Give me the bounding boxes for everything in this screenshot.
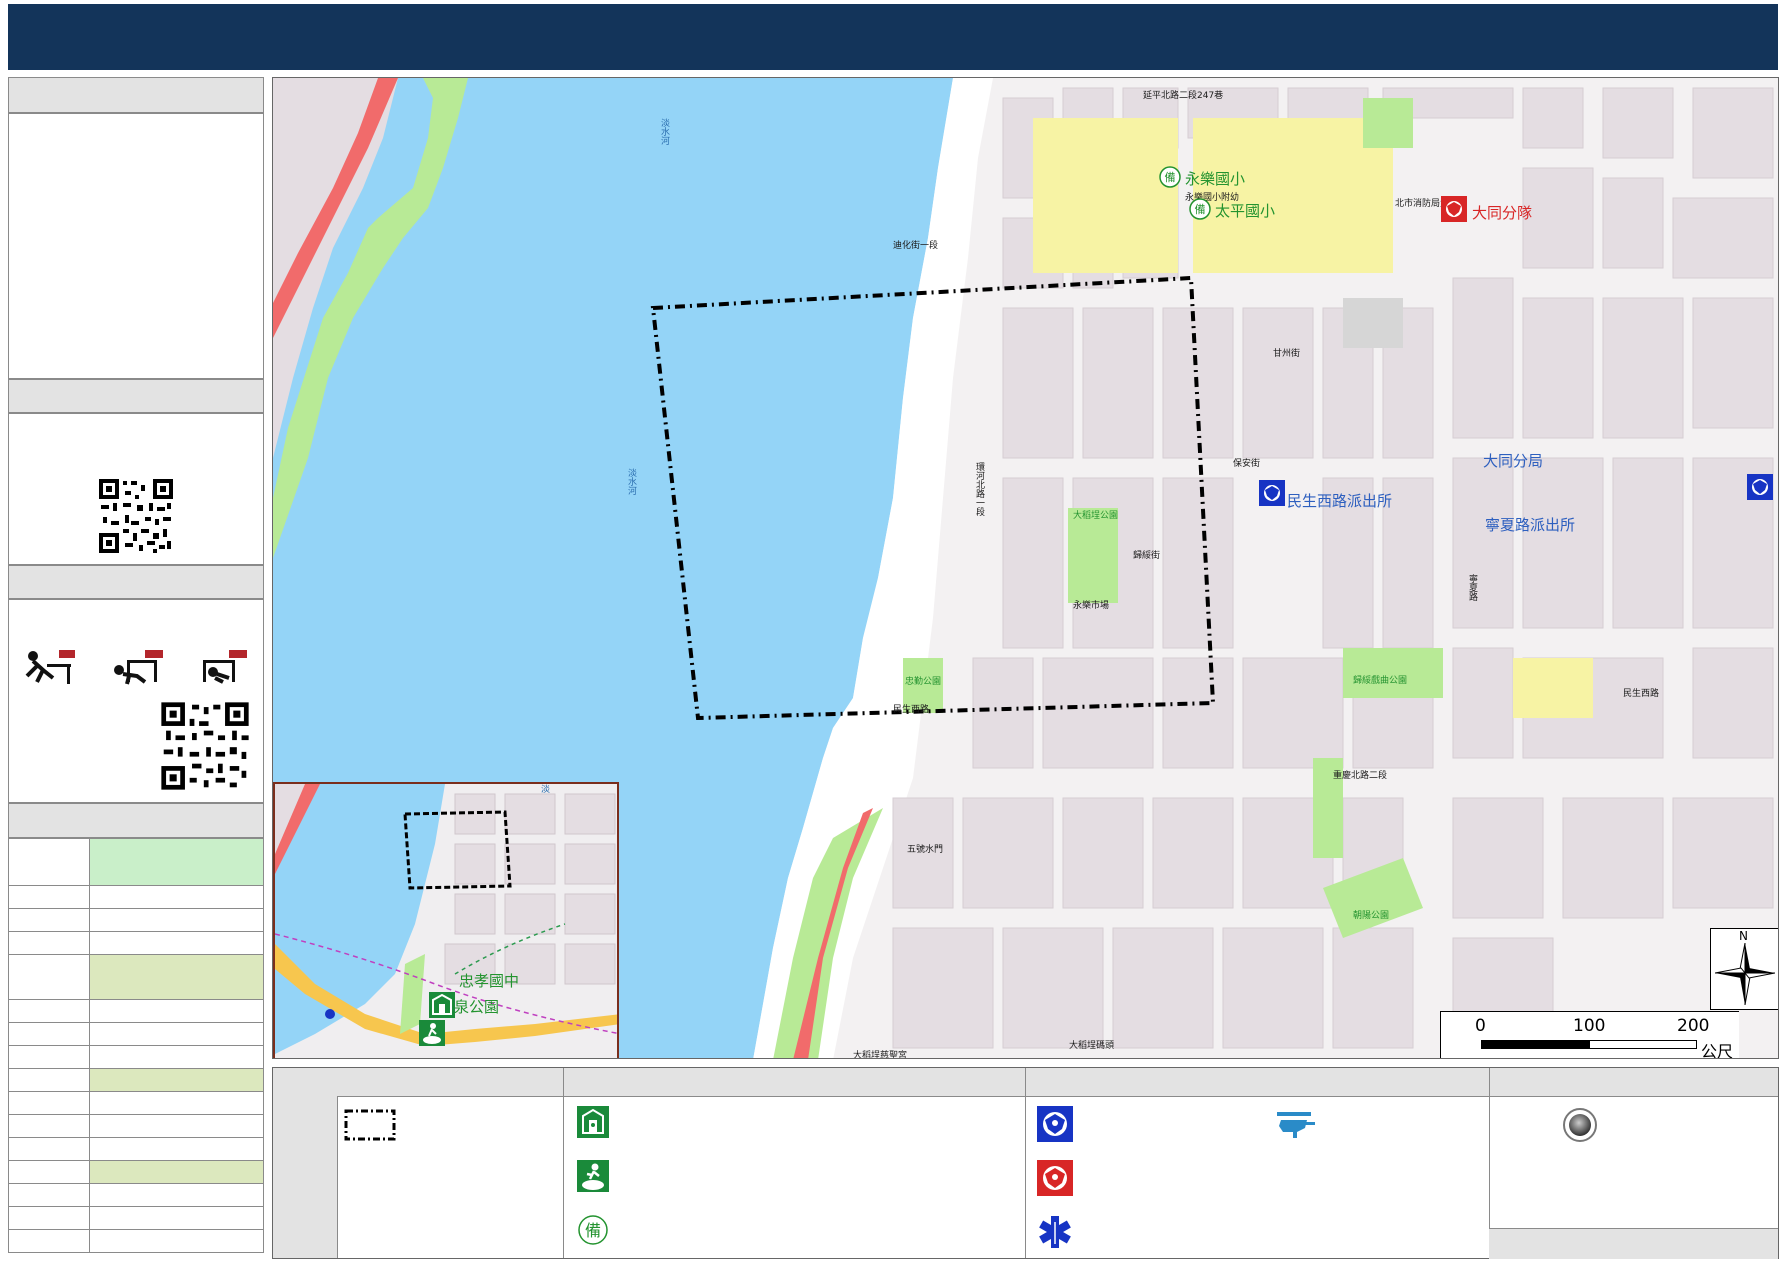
label-street-ganzhou: 甘州街 xyxy=(1273,349,1301,359)
scale-tick-100: 100 xyxy=(1573,1016,1606,1036)
title-bar xyxy=(8,4,1778,70)
legend-police-blue-icon xyxy=(1037,1106,1073,1142)
police-red-icon[interactable] xyxy=(1441,196,1467,222)
qr-panel-body xyxy=(8,413,264,565)
park-datong xyxy=(1068,508,1118,603)
legend-side-header xyxy=(273,1068,338,1258)
legend-boundary-icon xyxy=(344,1109,396,1141)
inset-river-label: 淡 xyxy=(541,785,551,795)
qr-panel-header xyxy=(8,379,264,413)
info-panel-header xyxy=(8,77,264,113)
label-street-baoan: 保安街 xyxy=(1233,459,1261,469)
label-street-dihua: 迪化街一段 xyxy=(893,241,939,251)
north-arrow-box: N xyxy=(1710,928,1778,1010)
legend-panel: 備 xyxy=(272,1067,1779,1259)
legend-helicopter-icon xyxy=(1277,1112,1315,1138)
safety-panel-body xyxy=(8,599,264,803)
reserve-icon-1[interactable]: 備 xyxy=(1159,166,1181,188)
label-park-4: 歸綏戲曲公園 xyxy=(1353,676,1408,686)
safety-qr-code-icon[interactable] xyxy=(159,700,251,792)
drop-icon xyxy=(25,650,75,684)
label-police-bureau: 大同分局 xyxy=(1483,452,1544,470)
qr-code-icon[interactable] xyxy=(97,477,175,555)
label-temple: 大稻埕慈聖宮 xyxy=(853,1051,908,1059)
label-market: 永樂市場 xyxy=(1073,601,1110,611)
svg-text:備: 備 xyxy=(585,1221,601,1240)
police-blue-icon-1[interactable] xyxy=(1259,480,1285,506)
inset-refuge-icon[interactable] xyxy=(419,1020,445,1046)
label-park-2: 忠勤公園 xyxy=(905,677,942,687)
legend-refuge-icon xyxy=(577,1160,609,1192)
hold-on-icon xyxy=(203,650,247,684)
river-label-main: 淡水河 xyxy=(626,468,636,495)
label-street-minsheng: 民生西路 xyxy=(893,705,930,715)
label-school-1: 永樂國小 xyxy=(1185,170,1246,188)
legend-police-red-icon xyxy=(1037,1160,1073,1196)
label-police-station-1: 民生西路派出所 xyxy=(1287,492,1393,510)
river-label-top: 淡水河 xyxy=(659,118,669,145)
legend-reserve-icon: 備 xyxy=(578,1215,608,1245)
inset-label-school: 忠孝國中 xyxy=(459,972,520,990)
inset-shelter-icon[interactable] xyxy=(429,992,455,1018)
scale-tick-0: 0 xyxy=(1475,1016,1486,1036)
safety-panel-header xyxy=(8,565,264,599)
legend-shelter-icon xyxy=(577,1106,609,1138)
label-street-guide: 環河北路一段 xyxy=(974,462,984,516)
info-panel-body xyxy=(8,113,264,379)
label-school-2: 太平國小 xyxy=(1215,202,1276,220)
legend-medical-icon xyxy=(1039,1216,1071,1248)
scale-bar: 0 100 200 公尺 xyxy=(1440,1011,1739,1059)
label-pier: 大稻埕碼頭 xyxy=(1069,1041,1115,1051)
north-label: N xyxy=(1739,929,1748,943)
table-panel-header xyxy=(8,803,264,838)
inset-map[interactable]: 淡 忠孝國中 玉泉公園 xyxy=(273,782,619,1058)
shelter-table xyxy=(8,838,264,1253)
police-blue-icon-2[interactable] xyxy=(1747,474,1773,500)
label-police-squad: 大同分隊 xyxy=(1472,204,1533,222)
legend-point-icon xyxy=(1563,1108,1597,1142)
compass-icon xyxy=(1715,943,1775,1005)
label-street-yanping: 延平北路二段247巷 xyxy=(1143,91,1224,101)
label-street-ningxia: 寧夏路 xyxy=(1467,574,1477,601)
label-park-3: 朝陽公園 xyxy=(1353,911,1390,921)
scale-unit: 公尺 xyxy=(1701,1042,1734,1059)
label-street-guisui: 歸綏街 xyxy=(1133,551,1161,561)
cover-icon xyxy=(114,650,163,685)
school-area-1 xyxy=(1033,118,1178,273)
label-gate: 五號水門 xyxy=(907,845,944,855)
label-street-minsheng-2: 民生西路 xyxy=(1623,689,1660,699)
main-map[interactable]: 淡水河 淡水河 永樂國小 太平國小 大同分隊 大同分局 民生西路派出所 寧夏路派… xyxy=(272,77,1779,1059)
label-park-1: 大稻埕公園 xyxy=(1073,511,1119,521)
scale-tick-200: 200 xyxy=(1677,1016,1710,1036)
reserve-icon-2[interactable]: 備 xyxy=(1189,198,1211,220)
svg-text:備: 備 xyxy=(1165,171,1176,184)
legend-header-row xyxy=(337,1068,1778,1097)
svg-text:備: 備 xyxy=(1195,203,1206,216)
label-police-station-2: 寧夏路派出所 xyxy=(1485,516,1576,534)
label-street-chongqing: 重慶北路二段 xyxy=(1333,771,1388,781)
